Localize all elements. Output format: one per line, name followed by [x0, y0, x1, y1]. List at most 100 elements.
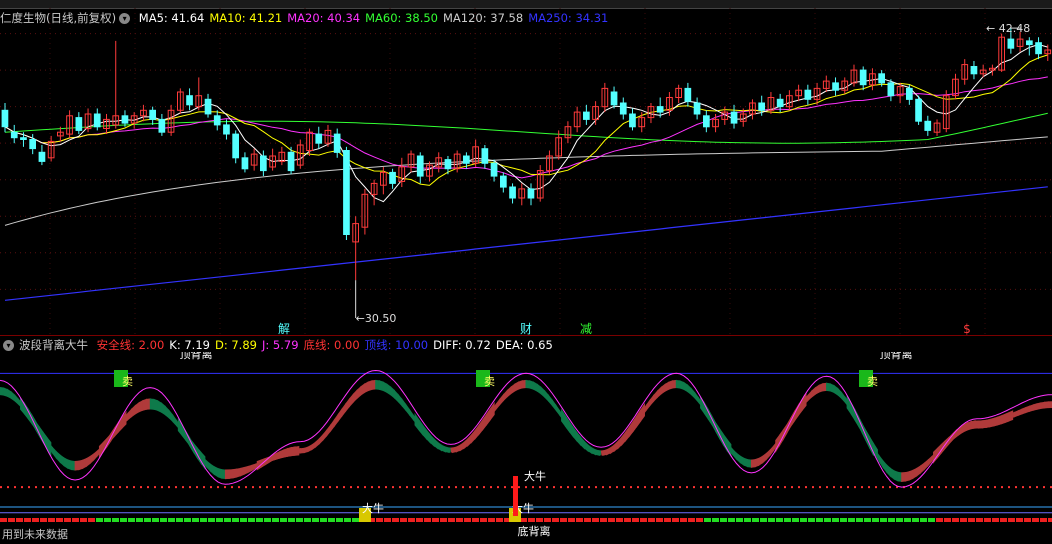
band-segment [78, 459, 84, 471]
strip-cell [208, 518, 215, 522]
price-grid [0, 8, 1052, 335]
band-segment [645, 398, 651, 412]
strip-cell [784, 518, 791, 522]
band-segment [10, 390, 16, 403]
strip-cell [1040, 518, 1047, 522]
strip-cell [568, 518, 575, 522]
candle [121, 115, 129, 124]
indicator-title[interactable]: 波段背离大牛 [19, 338, 88, 352]
band-segment [675, 379, 681, 389]
candle [656, 106, 664, 113]
indicator-legend-item-2: D: 7.89 [214, 338, 257, 352]
indicator-chart[interactable]: 卖卖卖顶背离 顶背离大牛 大牛大牛底背离 [0, 352, 1052, 544]
band-segment [807, 389, 813, 402]
candle [527, 188, 535, 199]
strip-cell [1000, 518, 1007, 522]
strip-cell [560, 518, 567, 522]
strip-cell [640, 518, 647, 522]
band-segment [236, 467, 241, 478]
event-mark: $ [963, 322, 971, 335]
band-segment [326, 423, 332, 437]
band-segment [912, 467, 918, 480]
candle [859, 69, 867, 86]
candle [610, 91, 618, 106]
strip-cell [960, 518, 967, 522]
band-segment [826, 382, 831, 392]
candle [693, 102, 701, 115]
strip-cell [0, 518, 7, 522]
band-segment [0, 387, 5, 396]
band-segment [502, 389, 508, 402]
indicator-legend-items: 安全线: 2.00 K: 7.19 D: 7.89 J: 5.79 底线: 0.00 顶线… [97, 338, 558, 352]
strip-cell [200, 518, 207, 522]
strip-cell [32, 518, 39, 522]
band-segment [401, 397, 407, 412]
band-segment [829, 383, 835, 394]
band-segment [833, 384, 839, 396]
candle [878, 73, 885, 84]
candle [1026, 40, 1033, 46]
strip-cell [496, 518, 503, 522]
event-mark: 减 [580, 322, 592, 335]
strip-cell [648, 518, 655, 522]
strip-cell [592, 518, 599, 522]
band-segment [758, 455, 764, 467]
band-segment [217, 467, 223, 479]
strip-cell [728, 518, 735, 522]
strip-cell [1032, 518, 1039, 522]
band-segment [920, 462, 925, 475]
band-segment [897, 471, 903, 483]
strip-cell [288, 518, 295, 522]
strip-cell [920, 518, 927, 522]
band-segment [213, 465, 219, 478]
strip-cell [520, 518, 527, 522]
band-segment [1040, 401, 1045, 410]
band-segment [93, 449, 99, 461]
strip-cell [928, 518, 935, 522]
band-segment [131, 404, 136, 418]
candle [186, 95, 193, 106]
band-segment [352, 389, 358, 404]
strip-cell [1016, 518, 1023, 522]
strip-cell [416, 518, 423, 522]
band-segment [908, 469, 914, 481]
candlestick-chart[interactable]: ← 42.48 ←30.50 解 财 减 $ [0, 8, 1052, 335]
event-mark: 解 [278, 322, 290, 335]
candle [93, 113, 101, 128]
strip-cell [128, 518, 135, 522]
strip-cell [888, 518, 895, 522]
band-segment [70, 460, 76, 471]
chevron-down-icon[interactable]: ▾ [3, 340, 14, 351]
band-segment [694, 391, 700, 404]
strip-cell [944, 518, 951, 522]
band-segment [765, 448, 771, 461]
band-segment [14, 394, 20, 406]
band-segment [916, 465, 921, 477]
ma250-line [4, 186, 1048, 301]
band-segment [341, 402, 347, 418]
band-segment [224, 469, 230, 480]
strip-cell [544, 518, 551, 522]
band-segment [544, 389, 550, 403]
band-segment [551, 398, 557, 412]
band-segment [814, 384, 820, 396]
strip-cell [264, 518, 271, 522]
strip-cell [136, 518, 143, 522]
strip-cell [896, 518, 903, 522]
strip-cell [872, 518, 879, 522]
strip-cell [616, 518, 623, 522]
strip-cell [800, 518, 807, 522]
strip-cell [808, 518, 815, 522]
band-segment [382, 381, 388, 394]
strip-cell [1008, 518, 1015, 522]
strip-cell [408, 518, 415, 522]
band-segment [142, 398, 148, 411]
band-segment [206, 460, 211, 473]
band-segment [636, 402, 645, 428]
candle [204, 98, 212, 115]
band-segment [209, 463, 215, 476]
strip-cell [88, 518, 95, 522]
strip-cell [1024, 518, 1031, 522]
strip-cell [304, 518, 311, 522]
band-segment [653, 389, 658, 403]
